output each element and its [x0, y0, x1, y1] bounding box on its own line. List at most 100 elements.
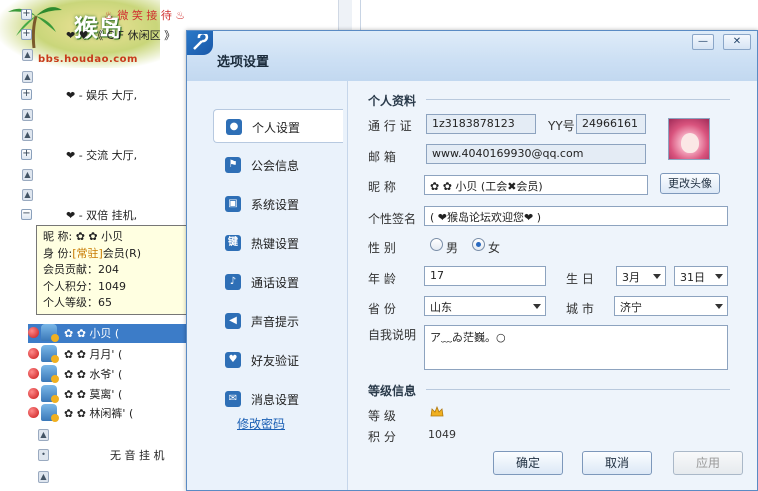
age-field[interactable]: 17: [424, 266, 546, 286]
email-label: 邮 箱: [368, 150, 396, 164]
status-icon: [28, 348, 39, 359]
close-button[interactable]: ✕: [723, 34, 751, 50]
avatar[interactable]: [668, 118, 710, 160]
birth-day-select[interactable]: 31日: [674, 266, 728, 286]
nav-system-settings[interactable]: ▣ 系统设置: [213, 187, 343, 221]
status-icon: [28, 368, 39, 379]
tooltip-points: 个人积分：1049: [43, 279, 126, 293]
passport-field[interactable]: 1z3183878123: [426, 114, 536, 134]
section-divider: [426, 389, 730, 390]
user-avatar-icon: [41, 365, 59, 383]
message-icon: ✉: [225, 391, 241, 407]
city-select[interactable]: 济宁: [614, 296, 728, 316]
yy-field[interactable]: 24966161: [576, 114, 646, 134]
nav-label: 系统设置: [251, 198, 300, 212]
nav-label: 消息设置: [251, 393, 300, 407]
birth-month-select[interactable]: 3月: [616, 266, 666, 286]
nav-label: 热键设置: [251, 237, 300, 251]
gender-male-label: 男: [446, 241, 459, 255]
dialog-title: 选项设置: [217, 55, 270, 70]
province-select[interactable]: 山东: [424, 296, 546, 316]
user-name: ✿ ✿ 水爷' (: [64, 368, 123, 381]
points-label: 积 分: [368, 430, 396, 444]
signature-label: 个性签名: [368, 212, 417, 226]
user-name: ✿ ✿ 小贝 (: [64, 327, 120, 340]
expand-icon[interactable]: +: [21, 89, 32, 100]
tree-row-label: ♨ 微 笑 接 待 ♨: [104, 9, 186, 22]
nickname-field[interactable]: ✿ ✿ 小贝 (工会✖会员): [424, 175, 648, 195]
tooltip-role: 身 份:[常驻]会员(R): [43, 246, 142, 260]
points-value: 1049: [428, 428, 456, 441]
signature-field[interactable]: ( ❤猴岛论坛欢迎您❤ ): [424, 206, 728, 226]
user-row[interactable]: ✿ ✿ 林闲裤' (: [28, 404, 188, 423]
chevron-down-icon: [533, 304, 541, 309]
about-textarea[interactable]: ア﹏ゐ茫巍。○: [424, 325, 728, 370]
tooltip-nick: 昵 称: ✿ ✿ 小贝: [43, 230, 124, 243]
collapse-icon[interactable]: −: [21, 209, 32, 220]
lock-icon: ▲: [22, 169, 33, 181]
user-avatar-icon: [41, 324, 59, 342]
birthday-label: 生 日: [566, 272, 594, 286]
change-avatar-button[interactable]: 更改头像: [660, 173, 720, 194]
user-avatar-icon: [41, 345, 59, 363]
friend-verify-icon: ♥: [225, 352, 241, 368]
nav-hotkey-settings[interactable]: 键 热键设置: [213, 226, 343, 260]
gender-female-radio[interactable]: [472, 238, 485, 251]
chevron-down-icon: [715, 304, 723, 309]
expand-icon[interactable]: +: [21, 29, 32, 40]
expand-icon[interactable]: +: [21, 9, 32, 20]
settings-icon: ▣: [225, 196, 241, 212]
user-name: ✿ ✿ 月月' (: [64, 348, 123, 361]
lock-icon: ▲: [22, 189, 33, 201]
wrench-icon: [187, 31, 213, 55]
tree-row-label: ❤ ♥ 《 C F 休闲区 》: [66, 29, 176, 42]
status-icon: [28, 388, 39, 399]
hotkey-icon: 键: [225, 235, 241, 251]
lock-icon: ▲: [38, 471, 49, 483]
expand-icon[interactable]: +: [21, 149, 32, 160]
nav-guild-info[interactable]: ⚑ 公会信息: [213, 148, 343, 182]
tooltip-level: 个人等级：65: [43, 296, 112, 309]
nav-separator: [347, 81, 348, 490]
ok-button[interactable]: 确定: [493, 451, 563, 475]
apply-button[interactable]: 应用: [673, 451, 743, 475]
email-field[interactable]: www.4040169930@qq.com: [426, 144, 646, 164]
user-name: ✿ ✿ 莫离' (: [64, 388, 123, 401]
nav-call-settings[interactable]: ♪ 通话设置: [213, 265, 343, 299]
status-icon: [28, 327, 39, 338]
tree-row[interactable]: + ♨ 微 笑 接 待 ♨: [0, 6, 330, 26]
lock-icon: ▲: [22, 71, 33, 83]
nickname-label: 昵 称: [368, 180, 396, 194]
cancel-button[interactable]: 取消: [582, 451, 652, 475]
user-avatar-icon: [41, 385, 59, 403]
nav-label: 通话设置: [251, 276, 300, 290]
nav-label: 公会信息: [251, 159, 300, 173]
user-avatar-icon: [41, 404, 59, 422]
lock-icon: ▲: [22, 109, 33, 121]
user-name: ✿ ✿ 林闲裤' (: [64, 407, 134, 420]
minimize-button[interactable]: —: [692, 34, 714, 50]
user-row[interactable]: ✿ ✿ 小贝 (: [28, 324, 198, 343]
user-row[interactable]: ✿ ✿ 莫离' (: [28, 385, 188, 404]
microphone-icon: ♪: [225, 274, 241, 290]
nav-personal-settings[interactable]: ● 个人设置: [213, 109, 343, 143]
dialog-titlebar[interactable]: 选项设置 — ✕: [187, 31, 757, 81]
section-divider: [426, 99, 730, 100]
gender-label: 性 别: [368, 241, 396, 255]
change-password-link[interactable]: 修改密码: [237, 415, 285, 432]
lock-icon: ▲: [22, 49, 33, 61]
crown-icon: [430, 406, 444, 417]
nav-friend-verification[interactable]: ♥ 好友验证: [213, 343, 343, 377]
user-row[interactable]: ✿ ✿ 水爷' (: [28, 365, 188, 384]
gender-male-radio[interactable]: [430, 238, 443, 251]
about-label: 自我说明: [368, 328, 417, 342]
flag-icon: ⚑: [225, 157, 241, 173]
nav-message-settings[interactable]: ✉ 消息设置: [213, 382, 343, 416]
nav-sound-alerts[interactable]: ◀ 声音提示: [213, 304, 343, 338]
tooltip-contrib: 会员贡献：204: [43, 263, 119, 276]
province-label: 省 份: [368, 302, 396, 316]
profile-section-title: 个人资料: [368, 94, 417, 108]
gender-female-label: 女: [488, 241, 501, 255]
user-row[interactable]: ✿ ✿ 月月' (: [28, 345, 188, 364]
level-section-title: 等级信息: [368, 384, 417, 398]
